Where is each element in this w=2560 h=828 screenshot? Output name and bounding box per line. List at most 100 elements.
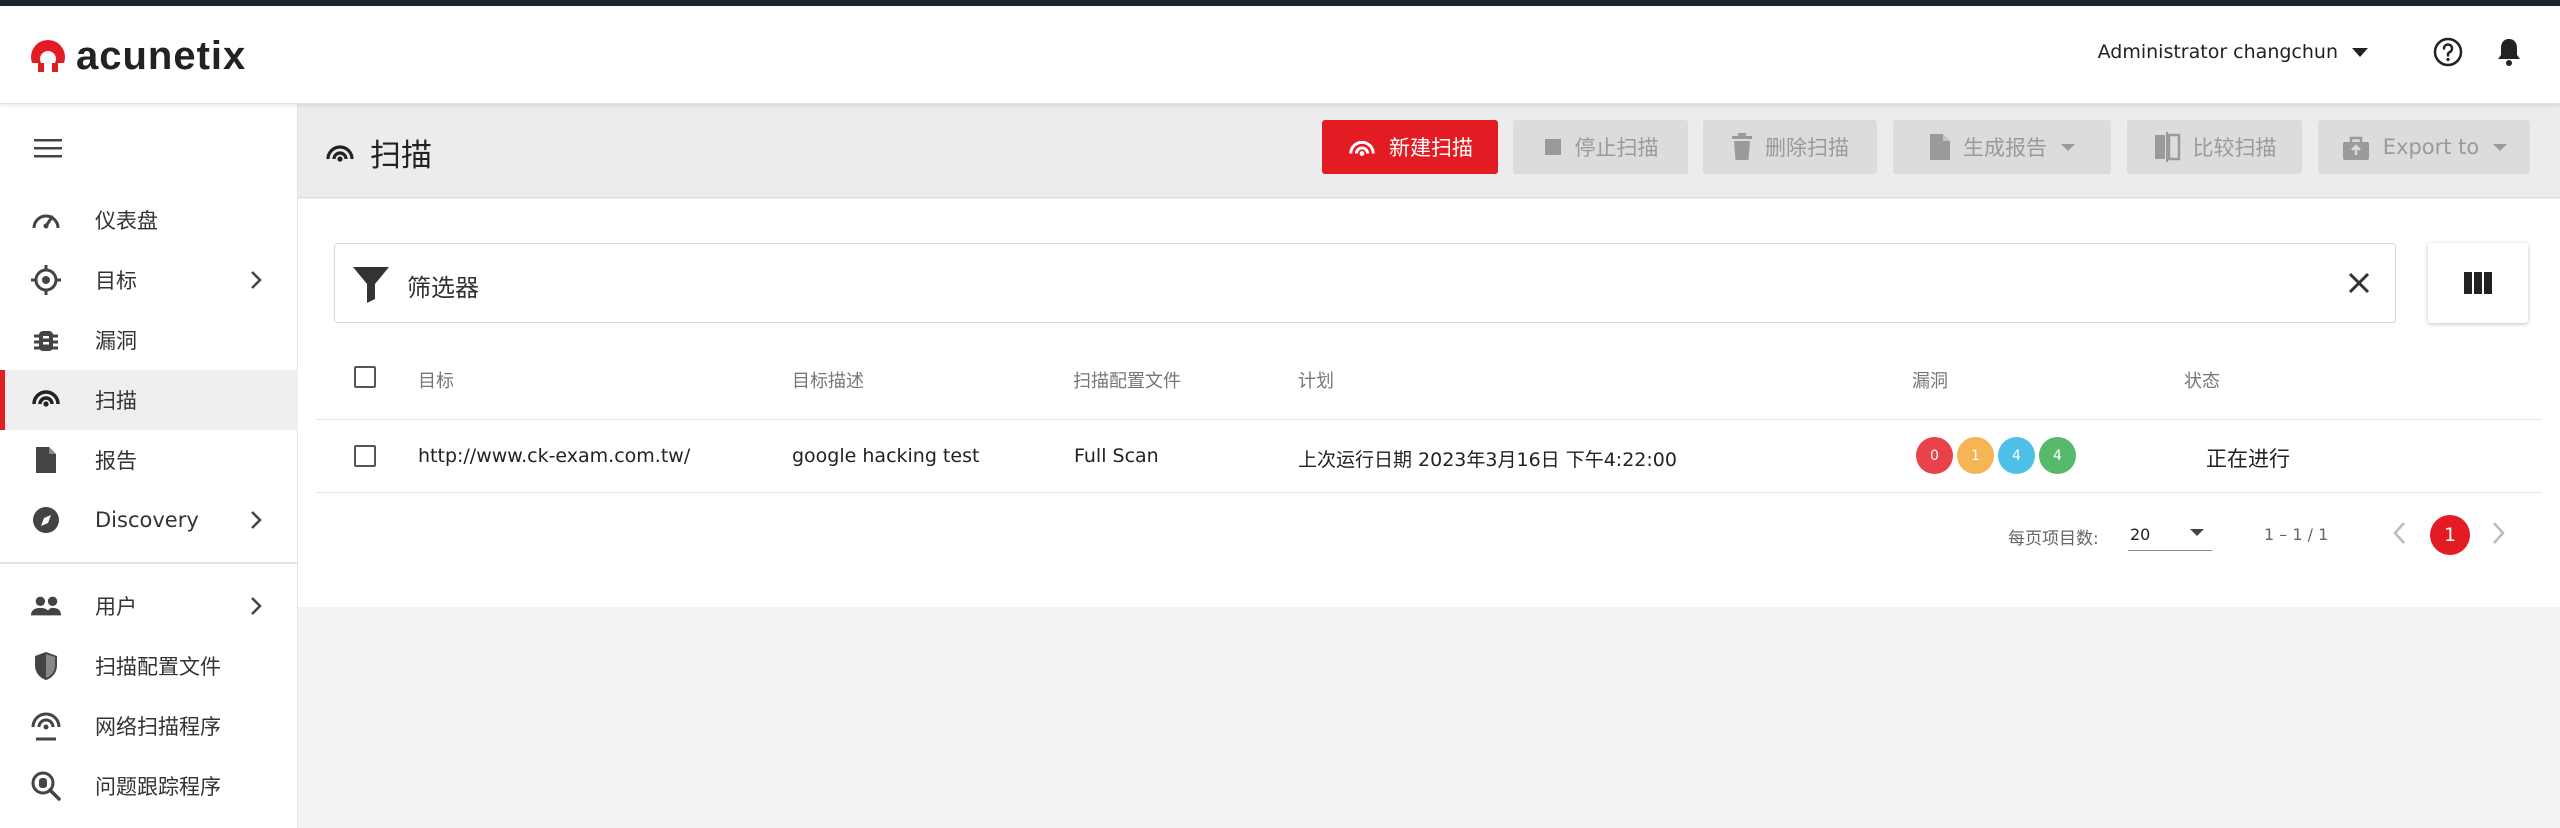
- target-icon: [30, 265, 62, 295]
- filter-icon: [351, 264, 391, 308]
- page-title-text: 扫描: [370, 138, 432, 174]
- sidebar-item-dashboard[interactable]: 仪表盘: [0, 190, 298, 250]
- filter-label: 筛选器: [407, 274, 479, 302]
- sidebar-item-label: 扫描配置文件: [95, 655, 221, 679]
- page-title: 扫描: [324, 130, 432, 175]
- stop-scan-label: 停止扫描: [1574, 136, 1659, 160]
- sidebar-item-reports[interactable]: 报告: [0, 430, 298, 490]
- delete-scan-label: 删除扫描: [1765, 136, 1849, 160]
- sidebar-item-label: 仪表盘: [95, 209, 158, 233]
- export-to-button[interactable]: Export to: [2318, 120, 2530, 174]
- sidebar-item-network-scanners[interactable]: 网络扫描程序: [0, 696, 298, 756]
- low-count-badge: 4: [2039, 437, 2076, 474]
- sidebar-item-users[interactable]: 用户: [0, 576, 298, 636]
- sidebar-item-label: 用户: [95, 595, 137, 619]
- select-all-checkbox[interactable]: [354, 366, 376, 388]
- row-status: 正在进行: [2206, 447, 2290, 471]
- column-header-schedule[interactable]: 计划: [1298, 367, 1334, 393]
- export-icon: [2341, 132, 2371, 162]
- stop-icon: [1543, 137, 1563, 157]
- new-scan-label: 新建扫描: [1389, 136, 1473, 160]
- sidebar-item-label: 问题跟踪程序: [95, 775, 221, 799]
- compare-scans-button[interactable]: 比较扫描: [2127, 120, 2302, 174]
- sidebar-item-label: 网络扫描程序: [95, 715, 221, 739]
- sidebar-item-label: 目标: [95, 269, 137, 293]
- sidebar-item-discovery[interactable]: Discovery: [0, 490, 298, 550]
- export-to-label: Export to: [2382, 135, 2480, 159]
- logo-mark-icon: [31, 39, 65, 77]
- generate-report-button[interactable]: 生成报告: [1893, 120, 2111, 174]
- dashboard-icon: [30, 206, 62, 234]
- sidebar-item-label: 扫描: [95, 389, 137, 413]
- per-page-value: 20: [2130, 525, 2151, 544]
- dropdown-caret-icon: [2493, 143, 2508, 151]
- acunetix-logo[interactable]: acunetix: [28, 34, 246, 79]
- chevron-left-icon[interactable]: [2392, 521, 2406, 549]
- column-header-profile[interactable]: 扫描配置文件: [1073, 367, 1181, 393]
- chevron-right-icon: [250, 270, 262, 294]
- issue-tracker-icon: [30, 771, 62, 801]
- table-header-divider: [316, 419, 2542, 420]
- logo-text: acunetix: [76, 34, 247, 78]
- row-schedule: 上次运行日期 2023年3月16日 下午4:22:00: [1298, 449, 1677, 471]
- close-icon[interactable]: [2347, 271, 2371, 299]
- row-profile: Full Scan: [1074, 445, 1159, 467]
- row-checkbox[interactable]: [354, 445, 376, 467]
- vulnerability-badges: 0 1 4 4: [1916, 437, 2080, 474]
- compare-icon: [2153, 132, 2181, 162]
- shield-icon: [30, 652, 62, 680]
- sidebar-divider: [0, 562, 298, 564]
- columns-icon: [2464, 272, 2492, 294]
- critical-count-badge: 0: [1916, 437, 1953, 474]
- per-page-select[interactable]: 20: [2128, 517, 2212, 551]
- sidebar-item-scan-profiles[interactable]: 扫描配置文件: [0, 636, 298, 696]
- sidebar-item-targets[interactable]: 目标: [0, 250, 298, 310]
- page-number-button[interactable]: 1: [2430, 515, 2470, 555]
- filter-bar[interactable]: 筛选器: [334, 243, 2396, 323]
- columns-toggle-button[interactable]: [2428, 243, 2528, 323]
- sidebar-item-label: 漏洞: [95, 329, 137, 353]
- page-toolbar: 扫描 新建扫描 停止扫描 删除扫描 生成报告 比较扫描 Export to: [298, 104, 2560, 198]
- sidebar-item-scans[interactable]: 扫描: [0, 370, 298, 430]
- stop-scan-button[interactable]: 停止扫描: [1513, 120, 1688, 174]
- medium-count-badge: 4: [1998, 437, 2035, 474]
- column-header-target[interactable]: 目标: [418, 367, 454, 393]
- row-target[interactable]: http://www.ck-exam.com.tw/: [418, 445, 690, 467]
- compass-icon: [30, 506, 62, 534]
- hamburger-menu-icon[interactable]: [32, 136, 64, 164]
- network-scanner-icon: [30, 712, 62, 741]
- chevron-right-icon: [250, 510, 262, 534]
- column-header-description[interactable]: 目标描述: [792, 367, 864, 393]
- sidebar-item-issue-trackers[interactable]: 问题跟踪程序: [0, 756, 298, 816]
- bug-icon: [30, 326, 62, 354]
- user-area: Administrator changchun: [2098, 36, 2524, 68]
- user-menu-caret-icon[interactable]: [2352, 47, 2368, 57]
- dropdown-caret-icon: [2061, 143, 2075, 151]
- scan-icon: [326, 144, 354, 162]
- scan-icon: [1347, 133, 1377, 161]
- users-icon: [30, 592, 62, 620]
- app-header: acunetix Administrator changchun: [0, 6, 2560, 104]
- scan-icon: [30, 386, 62, 414]
- sidebar-item-vulnerabilities[interactable]: 漏洞: [0, 310, 298, 370]
- column-header-vulnerabilities[interactable]: 漏洞: [1912, 367, 1948, 393]
- high-count-badge: 1: [1957, 437, 1994, 474]
- sidebar-item-label: Discovery: [95, 508, 199, 532]
- new-scan-button[interactable]: 新建扫描: [1322, 120, 1498, 174]
- per-page-label: 每页项目数:: [2008, 529, 2099, 549]
- report-icon: [30, 446, 62, 474]
- column-header-status[interactable]: 状态: [2184, 367, 2220, 393]
- user-menu[interactable]: Administrator changchun: [2098, 41, 2338, 63]
- delete-scan-button[interactable]: 删除扫描: [1703, 120, 1877, 174]
- chevron-right-icon: [250, 596, 262, 620]
- bell-icon[interactable]: [2494, 36, 2524, 68]
- trash-icon: [1731, 133, 1753, 161]
- sidebar-item-label: 报告: [95, 449, 137, 473]
- report-icon: [1929, 133, 1951, 161]
- help-icon[interactable]: [2432, 36, 2464, 68]
- compare-scans-label: 比较扫描: [2192, 136, 2277, 160]
- chevron-right-icon[interactable]: [2492, 521, 2506, 549]
- scans-content: 筛选器 目标 目标描述 扫描配置文件 计划 漏洞 状态 http://www.c…: [298, 199, 2560, 607]
- pagination-range: 1 – 1 / 1: [2264, 525, 2329, 544]
- generate-report-label: 生成报告: [1963, 136, 2047, 160]
